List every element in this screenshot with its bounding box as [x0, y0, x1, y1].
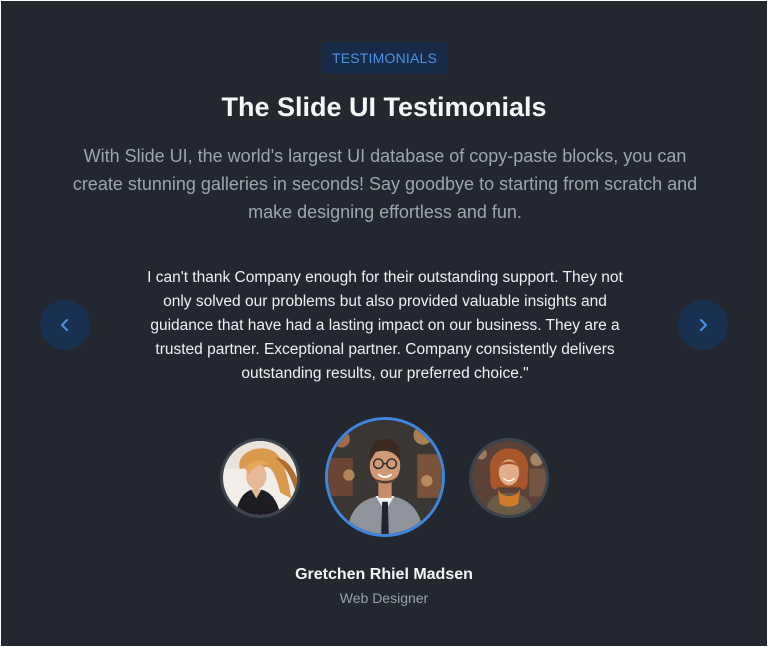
section-badge: TESTIMONIALS	[321, 42, 448, 74]
testimonials-section: TESTIMONIALS The Slide UI Testimonials W…	[1, 1, 767, 646]
avatar-right[interactable]	[469, 438, 549, 518]
testimonial-quote: I can't thank Company enough for their o…	[147, 269, 623, 382]
chevron-left-icon	[61, 319, 68, 331]
man-portrait-icon	[328, 420, 442, 534]
next-testimonial-button[interactable]	[678, 300, 728, 350]
chevron-right-icon	[700, 319, 707, 331]
avatar-center[interactable]	[325, 417, 445, 537]
testimonial-author-role: Web Designer	[339, 590, 429, 606]
previous-testimonial-button[interactable]	[40, 300, 90, 350]
testimonial-author-name: Gretchen Rhiel Madsen	[295, 566, 473, 583]
section-title: The Slide UI Testimonials	[221, 92, 547, 122]
woman-portrait-icon	[223, 441, 297, 515]
section-subtitle: With Slide UI, the world's largest UI da…	[72, 146, 698, 222]
woman-portrait-icon	[472, 441, 546, 515]
avatar-left[interactable]	[220, 438, 300, 518]
